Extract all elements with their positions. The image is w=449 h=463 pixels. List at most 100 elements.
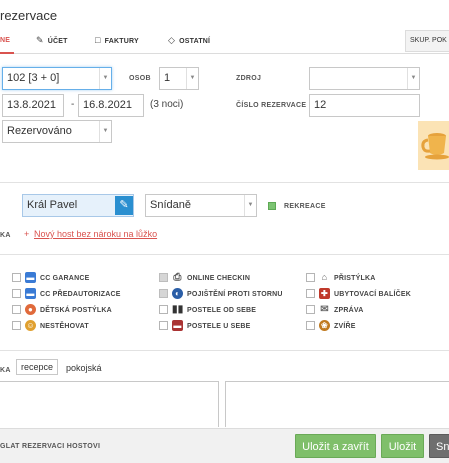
edit-icon: ✎ xyxy=(36,35,44,45)
service-label: ZVÍŘE xyxy=(334,323,356,330)
add-guest-link-text: Nový host bez nároku na lůžko xyxy=(34,229,158,239)
service-cc-guarantee[interactable]: ▬ CC GARANCE xyxy=(12,271,90,285)
date-to-input[interactable]: 16.8.2021 xyxy=(78,94,144,117)
checkbox[interactable] xyxy=(306,304,315,314)
meal-select[interactable]: Snídaně ▼ xyxy=(145,194,257,217)
tab-main[interactable]: NE xyxy=(0,28,14,54)
credit-card-icon: ▬ xyxy=(25,271,36,283)
tab-main-label: NE xyxy=(0,37,11,44)
tag-icon: ◇ xyxy=(168,35,176,45)
checkbox[interactable] xyxy=(159,304,168,314)
baby-icon: ● xyxy=(25,303,36,315)
checkbox[interactable] xyxy=(12,304,21,314)
date-separator: - xyxy=(71,99,75,110)
service-beds-together[interactable]: ▬ POSTELE U SEBE xyxy=(159,319,251,333)
service-cc-preauth[interactable]: ▬ CC PŘEDAUTORIZACE xyxy=(12,287,121,301)
nights-count: (3 noci) xyxy=(150,99,184,110)
checkbox[interactable] xyxy=(12,272,21,282)
tab-other-label: OSTATNÍ xyxy=(179,38,211,45)
room-select[interactable]: 102 [3 + 0] ▼ xyxy=(2,67,112,90)
service-label: ZPRÁVA xyxy=(334,307,364,314)
divider xyxy=(0,182,449,183)
service-baby-cot[interactable]: ● DĚTSKÁ POSTÝLKA xyxy=(12,303,112,317)
dialog-title: rezervace xyxy=(0,8,58,23)
divider xyxy=(0,254,449,255)
service-accommodation-package[interactable]: ✚ UBYTOVACÍ BALÍČEK xyxy=(306,287,412,301)
checkbox[interactable] xyxy=(306,320,315,330)
status-value: Rezervováno xyxy=(7,125,72,137)
notes-row-label: KA xyxy=(0,367,11,374)
source-select[interactable]: ▼ xyxy=(309,67,420,90)
edit-guest-button[interactable]: ✎ xyxy=(115,196,133,215)
reservation-number-input[interactable]: 12 xyxy=(309,94,420,117)
pencil-icon: ✎ xyxy=(119,199,129,211)
gift-icon: ✚ xyxy=(319,287,330,299)
tab-account-label: ÚČET xyxy=(47,38,68,45)
tab-other[interactable]: ◇ OSTATNÍ xyxy=(168,28,210,54)
add-guest-row: + xyxy=(24,229,29,239)
checkbox[interactable] xyxy=(306,288,315,298)
tab-reception-note[interactable]: recepce xyxy=(16,359,59,375)
service-label: UBYTOVACÍ BALÍČEK xyxy=(334,291,412,298)
note-textarea-right[interactable] xyxy=(225,381,449,427)
service-label: DĚTSKÁ POSTÝLKA xyxy=(40,307,112,314)
service-label: ONLINE CHECKIN xyxy=(187,275,251,282)
checkbox[interactable] xyxy=(159,272,168,282)
service-pet[interactable]: ❀ ZVÍŘE xyxy=(306,319,356,333)
extra-bed-icon: ⌂ xyxy=(321,271,328,282)
coffee-mug-icon xyxy=(418,121,449,170)
guest-row-label: KA xyxy=(0,229,11,239)
checkbox[interactable] xyxy=(12,320,21,330)
tab-room-group[interactable]: SKUP. POK xyxy=(405,30,449,52)
paw-icon: ❀ xyxy=(319,319,330,331)
service-beds-apart[interactable]: ▮▮ POSTELE OD SEBE xyxy=(159,304,256,317)
guest-name-value: Král Pavel xyxy=(27,199,78,211)
chevron-down-icon: ▼ xyxy=(407,68,419,89)
rekreace-checkbox[interactable] xyxy=(268,202,276,210)
tab-housekeeping-note[interactable]: pokojská xyxy=(66,363,102,373)
send-to-guest-label[interactable]: GLAT REZERVACI HOSTOVI xyxy=(0,443,100,450)
service-online-checkin[interactable]: ⎙ ONLINE CHECKIN xyxy=(159,272,250,285)
service-message[interactable]: ✉ ZPRÁVA xyxy=(306,304,363,317)
meal-value: Snídaně xyxy=(150,199,191,211)
source-label: ZDROJ xyxy=(236,75,262,82)
persons-label: OSOB xyxy=(129,75,151,82)
save-button[interactable]: Uložit xyxy=(381,434,424,458)
double-bed-icon: ▬ xyxy=(172,319,183,331)
tab-invoices[interactable]: □ FAKTURY xyxy=(95,28,139,54)
service-label: NESTĚHOVAT xyxy=(40,323,89,330)
globe-icon: ◐ xyxy=(172,287,183,299)
plus-icon: + xyxy=(24,229,30,239)
smiley-icon: ☺ xyxy=(25,319,36,331)
add-guest-link[interactable]: Nový host bez nároku na lůžko xyxy=(34,229,157,239)
envelope-icon: ✉ xyxy=(320,303,329,315)
reservation-number-label: ČÍSLO REZERVACE xyxy=(236,102,307,109)
service-label: CC GARANCE xyxy=(40,275,90,282)
tab-invoices-label: FAKTURY xyxy=(104,38,139,45)
checkbox[interactable] xyxy=(159,320,168,330)
rekreace-label: REKREACE xyxy=(284,203,326,210)
checkbox[interactable] xyxy=(12,288,21,298)
credit-card-icon: ▬ xyxy=(25,287,36,299)
room-value: 102 [3 + 0] xyxy=(7,72,60,84)
dialog-footer: GLAT REZERVACI HOSTOVI Uložit a zavřít U… xyxy=(0,428,449,463)
service-label: POSTELE U SEBE xyxy=(187,323,251,330)
service-label: POJIŠTĚNÍ PROTI STORNU xyxy=(187,291,283,298)
tab-bar: NE ✎ ÚČET □ FAKTURY ◇ OSTATNÍ SKUP. POK xyxy=(0,28,449,54)
date-from-input[interactable]: 13.8.2021 xyxy=(2,94,64,117)
tab-account[interactable]: ✎ ÚČET xyxy=(36,28,68,54)
service-cancellation-insurance[interactable]: ◐ POJIŠTĚNÍ PROTI STORNU xyxy=(159,287,283,301)
third-button[interactable]: Sn xyxy=(429,434,449,458)
service-extra-bed[interactable]: ⌂ PŘISTÝLKA xyxy=(306,272,375,285)
divider xyxy=(0,350,449,351)
status-select[interactable]: Rezervováno ▼ xyxy=(2,120,112,143)
persons-select[interactable]: 1 ▼ xyxy=(159,67,199,90)
service-do-not-move[interactable]: ☺ NESTĚHOVAT xyxy=(12,319,89,333)
document-icon: □ xyxy=(95,35,101,45)
save-and-close-button[interactable]: Uložit a zavřít xyxy=(295,434,376,458)
note-textarea-left[interactable] xyxy=(0,381,219,427)
guest-row-label-text: KA xyxy=(0,232,11,239)
checkbox[interactable] xyxy=(159,288,168,298)
checkbox[interactable] xyxy=(306,272,315,282)
service-label: POSTELE OD SEBE xyxy=(187,307,257,314)
